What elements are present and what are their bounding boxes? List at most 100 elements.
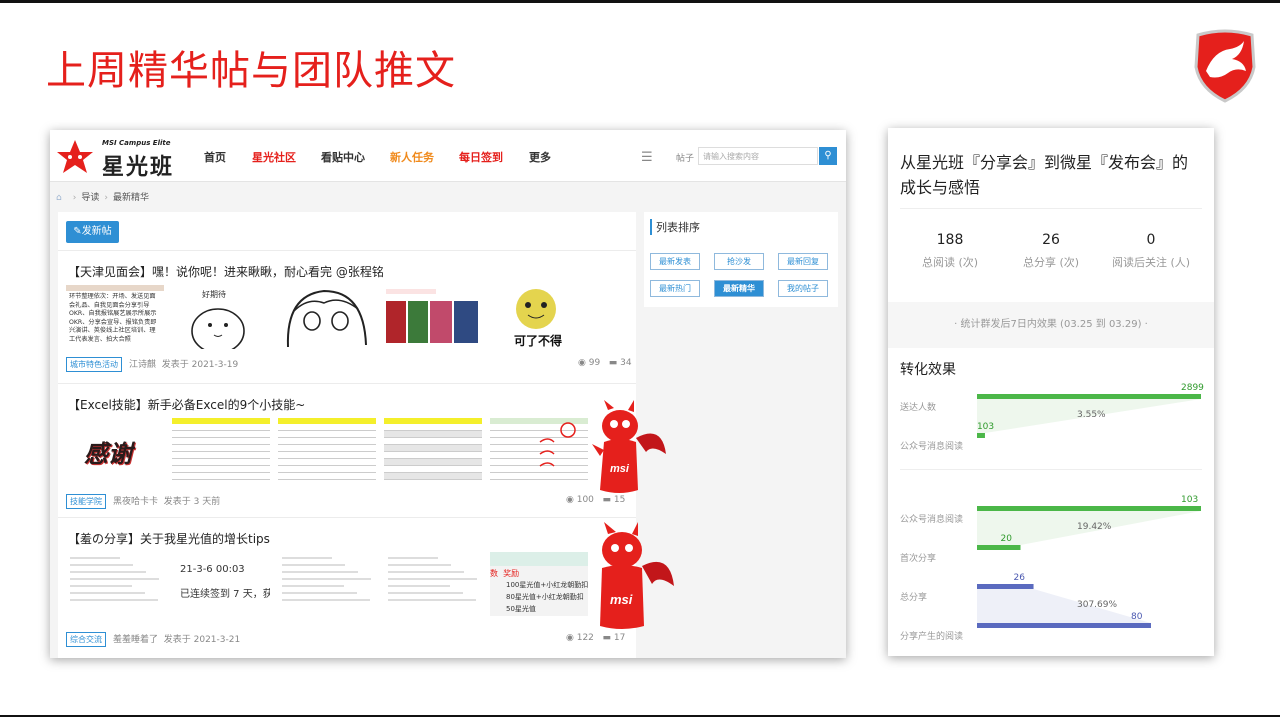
sort-button[interactable]: 最新发表	[650, 253, 700, 270]
funnel-bar	[977, 394, 1201, 399]
new-post-button[interactable]: ✎发新帖	[66, 221, 119, 243]
thumbnail[interactable]	[172, 418, 270, 482]
conversion-funnel	[977, 394, 1201, 628]
thumbnail[interactable]: 数 奖励 100星光值+小红龙朝勤扣 80星光值+小红龙朝勤扣 50星光值	[490, 552, 588, 616]
post-time: 发表于 3 天前	[163, 497, 221, 507]
funnel-bar	[977, 584, 1034, 589]
search-icon: ⚲	[824, 150, 832, 161]
breadcrumb-item[interactable]: 最新精华	[113, 193, 149, 203]
sort-panel-title: 列表排序	[650, 219, 700, 235]
thumbnail[interactable]	[384, 552, 482, 616]
search-scope[interactable]: 帖子	[676, 151, 694, 164]
funnel-value: 26	[1013, 573, 1025, 583]
reward-line: 50星光值	[506, 605, 536, 613]
mascot-text: msi	[610, 592, 633, 607]
category-tag[interactable]: 技能学院	[66, 494, 106, 509]
reward-line: 100星光值+小红龙朝勤扣	[506, 581, 588, 589]
thread-title[interactable]: 【天津见面会】嘿！说你呢！进来瞅瞅，耐心看完 @张程铭	[68, 263, 384, 280]
category-tag[interactable]: 城市特色活动	[66, 357, 122, 372]
thumbnail[interactable]	[66, 552, 164, 616]
nav-item[interactable]: 新人任务	[390, 149, 434, 165]
nav-item[interactable]: 每日签到	[459, 149, 503, 165]
forum-screenshot: MSI Campus Elite 星光班 首页 星光社区 看贴中心 新人任务 每日签到 更…	[50, 130, 846, 658]
list-menu-icon[interactable]: ☰	[641, 150, 653, 165]
msi-dragon-logo	[1194, 29, 1256, 103]
comment-icon: ▬	[608, 358, 618, 368]
thread-row[interactable]: 【天津见面会】嘿！说你呢！进来瞅瞅，耐心看完 @张程铭 环节整理依次：开场、发送…	[58, 250, 636, 378]
sort-button[interactable]: 最新热门	[650, 280, 700, 297]
thumbnail[interactable]: 好期待	[172, 285, 270, 349]
nav-item[interactable]: 星光社区	[252, 149, 296, 165]
comment-icon: ▬	[602, 633, 612, 643]
author[interactable]: 江诗麒	[129, 360, 156, 370]
sort-panel: 列表排序 最新发表 抢沙发 最新回复最新热门 最新精华 我的帖子	[644, 212, 838, 307]
thread-row[interactable]: 【羞の分享】关于我星光值的增长tips 21-3-6 00:03 已连续签到 7…	[58, 517, 636, 658]
author[interactable]: 黑夜哈卡卡	[113, 497, 158, 507]
thumbnail[interactable]	[384, 418, 482, 482]
mascot-text: msi	[610, 463, 630, 475]
reply-count: 34	[620, 358, 632, 368]
post-time: 发表于 2021-3-19	[161, 360, 239, 370]
thread-meta: 城市特色活动 江诗麒 发表于 2021-3-19	[66, 357, 238, 372]
thread-title[interactable]: 【Excel技能】新手必备Excel的9个小技能~	[68, 396, 305, 413]
funnel-connector	[977, 589, 1151, 623]
thumbnail[interactable]: 感谢	[66, 418, 164, 482]
sort-button[interactable]: 抢沙发	[714, 253, 764, 270]
thumbnail[interactable]	[490, 418, 588, 482]
funnel-value: 103	[1181, 495, 1199, 505]
search-input[interactable]: 请输入搜索内容	[698, 147, 818, 165]
thread-meta: 综合交流 羞羞睡着了 发表于 2021-3-21	[66, 632, 240, 647]
category-tag[interactable]: 综合交流	[66, 632, 106, 647]
thumbnail[interactable]	[278, 418, 376, 482]
article-stats-card: 从星光班『分享会』到微星『发布会』的成长与感悟 188 总阅读 (次) 26 总分享…	[888, 128, 1214, 656]
signin-text: 已连续签到 7 天，获得	[180, 589, 270, 600]
thread-list: ✎发新帖 【天津见面会】嘿！说你呢！进来瞅瞅，耐心看完 @张程铭 环节整理依次：…	[58, 212, 636, 658]
sort-button[interactable]: 最新精华	[714, 280, 764, 297]
funnel-bar	[977, 506, 1201, 511]
divider	[900, 469, 1202, 470]
thumbnail[interactable]	[278, 285, 376, 349]
sort-button[interactable]: 最新回复	[778, 253, 828, 270]
brand-subtitle: MSI Campus Elite	[102, 139, 171, 147]
thumbnail[interactable]	[384, 285, 482, 349]
signin-date: 21-3-6 00:03	[180, 564, 245, 575]
thread-stats: ◉ 99 ▬ 34	[578, 358, 632, 368]
eye-icon: ◉	[566, 495, 574, 505]
funnel-label: 公众号消息阅读	[900, 515, 964, 525]
eye-icon: ◉	[578, 358, 586, 368]
thread-meta: 技能学院 黑夜哈卡卡 发表于 3 天前	[66, 494, 220, 509]
sticker-caption: 好期待	[202, 290, 226, 299]
thread-title[interactable]: 【羞の分享】关于我星光值的增长tips	[68, 530, 270, 547]
home-icon[interactable]: ⌂	[56, 193, 62, 203]
breadcrumb-item[interactable]: 导读	[81, 193, 99, 203]
funnel-value: 20	[1000, 534, 1012, 544]
nav-item[interactable]: 首页	[204, 149, 226, 165]
thumbnail[interactable]	[278, 552, 376, 616]
nav-item[interactable]: 更多	[529, 149, 551, 165]
reward-head: 奖励	[503, 569, 520, 578]
eye-icon: ◉	[566, 633, 574, 643]
search-button[interactable]: ⚲	[819, 147, 837, 165]
thread-row[interactable]: 【Excel技能】新手必备Excel的9个小技能~ 感谢 技能学院 黑夜哈卡卡 发…	[58, 383, 636, 517]
funnel-bar	[977, 545, 1021, 550]
thumbnail[interactable]: 可了不得	[490, 285, 588, 349]
thread-stats: ◉ 122 ▬ 17	[566, 633, 625, 643]
thumbnail[interactable]: 环节整理依次：开场、发送见面会礼品、自我见面会分享引导OKR、自我报铭展艺展示所…	[66, 285, 164, 349]
dragon-mascot-icon: msi	[592, 400, 666, 493]
breadcrumb: ⌂ › 导读 › 最新精华	[56, 193, 149, 203]
author[interactable]: 羞羞睡着了	[113, 635, 158, 645]
funnel-label: 分享产生的阅读	[900, 632, 964, 642]
brand-name[interactable]: 星光班	[102, 149, 174, 181]
top-rule	[0, 0, 1280, 3]
funnel-value: 103	[976, 422, 995, 432]
thumbnail-text: 感谢	[84, 439, 132, 468]
nav-item[interactable]: 看贴中心	[321, 149, 365, 165]
funnel-label: 首次分享	[900, 554, 937, 564]
view-count: 122	[576, 633, 594, 643]
funnel-label: 送达人数	[900, 403, 937, 413]
sort-button[interactable]: 我的帖子	[778, 280, 828, 297]
bottom-rule	[0, 715, 1280, 717]
view-count: 99	[588, 358, 601, 368]
thumbnail[interactable]: 21-3-6 00:03 已连续签到 7 天，获得	[172, 552, 270, 616]
conversion-rate: 19.42%	[1077, 521, 1112, 532]
